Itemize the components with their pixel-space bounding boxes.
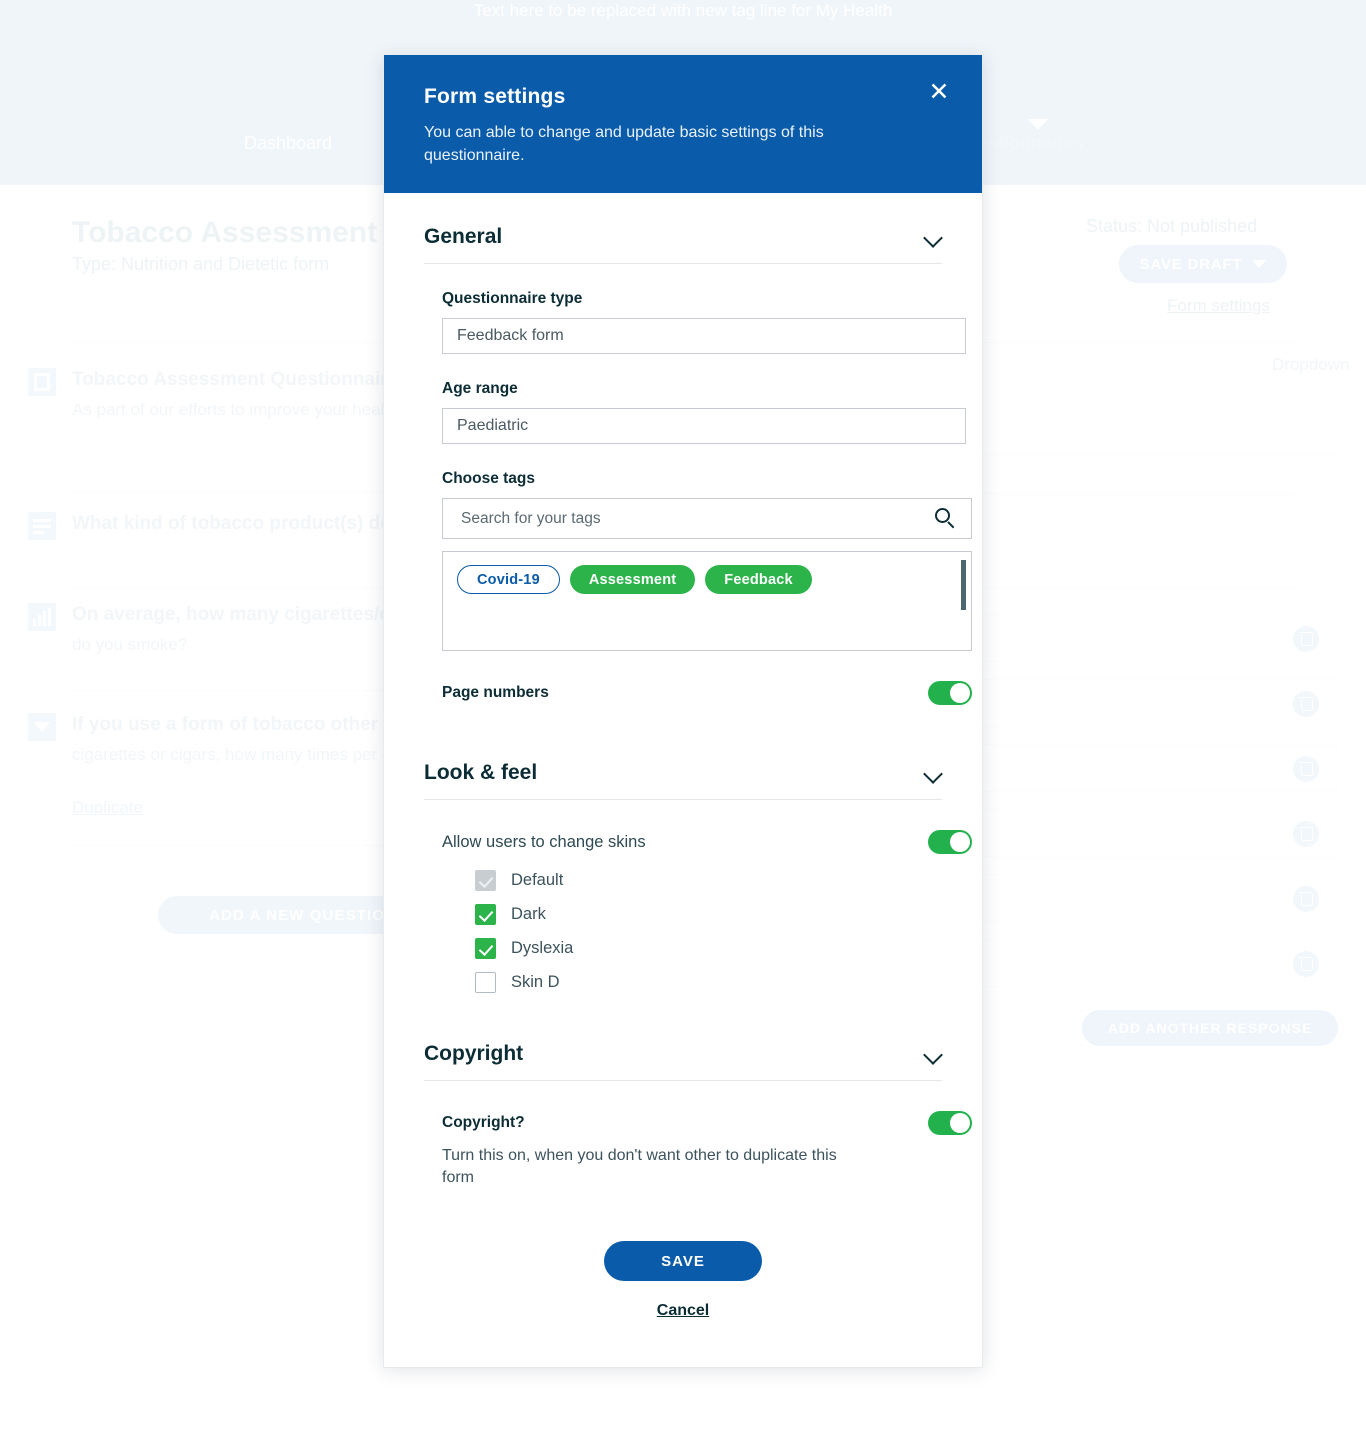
chevron-down-icon (1028, 119, 1048, 130)
scrollbar-thumb[interactable] (961, 560, 966, 610)
skin-option-default[interactable]: Default (475, 870, 942, 891)
questionnaire-type-input[interactable] (442, 318, 966, 354)
skin-option-skin-d[interactable]: Skin D (475, 972, 942, 993)
copyright-row: Copyright? (442, 1111, 972, 1135)
delete-icon[interactable] (1293, 886, 1319, 912)
section-header-general[interactable]: General (424, 193, 942, 264)
section-header-look-and-feel[interactable]: Look & feel (424, 705, 942, 800)
age-range-input[interactable] (442, 408, 966, 444)
copyright-note: Turn this on, when you don't want other … (442, 1147, 837, 1186)
copyright-fields: Copyright? Turn this on, when you don't … (424, 1111, 972, 1189)
cancel-button[interactable]: Cancel (651, 1301, 715, 1321)
questionnaire-type-label: Questionnaire type (442, 290, 583, 307)
dialog-title: Form settings (424, 85, 566, 108)
checkbox-icon[interactable] (475, 938, 496, 959)
dialog-subtitle: You can able to change and update basic … (424, 124, 824, 164)
chevron-down-icon (1252, 260, 1267, 268)
question-body: do you smoke? (72, 635, 188, 654)
dialog-body: General Questionnaire type Age range Cho… (384, 193, 982, 1351)
duplicate-link[interactable]: Duplicate (72, 798, 143, 818)
chevron-down-icon[interactable] (925, 1046, 942, 1063)
skin-option-dark[interactable]: Dark (475, 904, 942, 925)
allow-skins-toggle[interactable] (928, 830, 972, 854)
delete-icon[interactable] (1293, 691, 1319, 717)
copyright-toggle[interactable] (928, 1111, 972, 1135)
tag-chip[interactable]: Assessment (569, 565, 696, 594)
save-draft-button[interactable]: SAVE DRAFT (1119, 245, 1287, 283)
question-title: Tobacco Assessment Questionnaire (72, 369, 399, 390)
tag-list: Covid-19 Assessment Feedback (457, 565, 957, 594)
search-icon[interactable] (935, 508, 956, 529)
section-title-copyright: Copyright (424, 1042, 524, 1065)
dialog-actions: SAVE Cancel (424, 1189, 942, 1351)
tag-chip[interactable]: Covid-19 (457, 565, 560, 594)
page-numbers-toggle[interactable] (928, 681, 972, 705)
choose-tags-label: Choose tags (442, 470, 536, 487)
chevron-down-icon[interactable] (925, 765, 942, 782)
add-another-response-button[interactable]: ADD ANOTHER RESPONSE (1082, 1010, 1338, 1046)
checkbox-icon (475, 870, 496, 891)
delete-icon[interactable] (1293, 951, 1319, 977)
section-title-look-and-feel: Look & feel (424, 761, 538, 784)
nav-item-dashboard[interactable]: Dashboard (244, 133, 332, 154)
page-numbers-label: Page numbers (442, 684, 549, 701)
form-settings-link[interactable]: Form settings (1167, 296, 1270, 316)
save-button[interactable]: SAVE (604, 1241, 762, 1281)
skin-label: Dyslexia (511, 939, 574, 957)
checkbox-icon[interactable] (475, 904, 496, 925)
save-draft-label: SAVE DRAFT (1139, 255, 1243, 273)
tag-search-wrapper (442, 498, 972, 539)
close-icon[interactable]: ✕ (924, 77, 954, 107)
age-range-label: Age range (442, 380, 518, 397)
hero-tagline: Text here to be replaced with new tag li… (473, 1, 893, 20)
skin-label: Dark (511, 905, 546, 923)
text-lines-question-icon (28, 512, 56, 540)
allow-skins-label: Allow users to change skins (442, 832, 646, 851)
skin-label: Skin D (511, 973, 560, 991)
allow-skins-row: Allow users to change skins (442, 830, 972, 854)
status-label: Status: Not published (1086, 216, 1258, 236)
dropdown-type-label: Dropdown (1272, 355, 1350, 374)
tag-chip[interactable]: Feedback (705, 565, 812, 594)
general-section-fields: Questionnaire type Age range Choose tags… (424, 290, 972, 705)
look-and-feel-fields: Allow users to change skins Default Dark… (424, 830, 972, 993)
delete-icon[interactable] (1293, 756, 1319, 782)
question-title: If you use a form of tobacco other than (72, 714, 424, 735)
dialog-header: Form settings You can able to change and… (384, 55, 982, 193)
section-header-copyright[interactable]: Copyright (424, 1006, 942, 1081)
page-numbers-row: Page numbers (442, 681, 972, 705)
checkbox-icon[interactable] (475, 972, 496, 993)
copyright-toggle-label: Copyright? (442, 1114, 525, 1131)
delete-icon[interactable] (1293, 821, 1319, 847)
skin-options-list: Default Dark Dyslexia Skin D (442, 870, 942, 993)
tag-search-input[interactable] (442, 498, 972, 539)
chevron-down-icon[interactable] (925, 229, 942, 246)
skin-label: Default (511, 871, 564, 889)
selected-tags-box: Covid-19 Assessment Feedback (442, 551, 972, 651)
dropdown-question-icon (28, 713, 56, 741)
skin-option-dyslexia[interactable]: Dyslexia (475, 938, 942, 959)
delete-icon[interactable] (1293, 626, 1319, 652)
bar-chart-question-icon (28, 603, 56, 631)
section-title-general: General (424, 225, 503, 248)
form-settings-dialog: Form settings You can able to change and… (383, 55, 983, 1368)
checkbox-question-icon (28, 368, 56, 396)
form-type-label: Type: Nutrition and Dietetic form (72, 254, 330, 274)
